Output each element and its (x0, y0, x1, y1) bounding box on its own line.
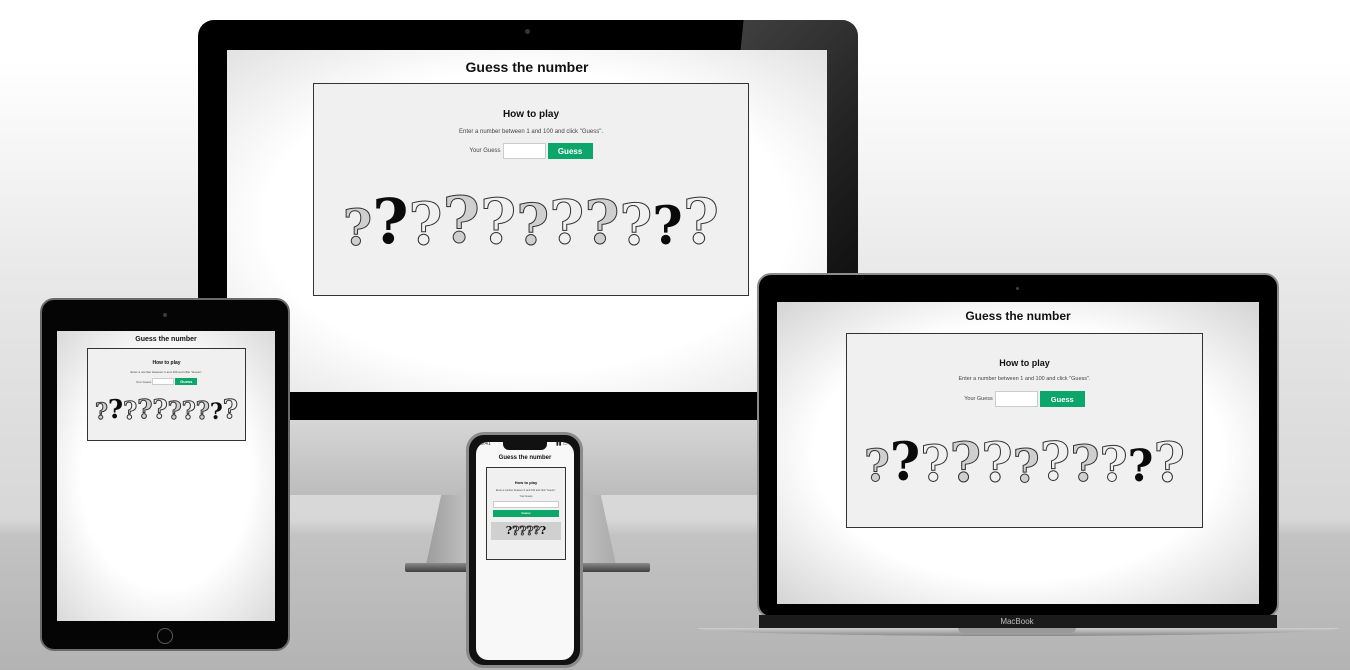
question-mark-icon: ? (619, 192, 653, 258)
phone-status-time: 9:41 (481, 441, 491, 447)
question-mark-icon: ? (342, 198, 373, 257)
guess-label: Your Guess (469, 148, 501, 154)
instructions-text: Enter a number between 1 and 100 and cli… (495, 489, 556, 492)
guess-label: Your Guess (519, 494, 533, 498)
question-mark-icon: ? (652, 196, 683, 257)
question-mark-icon: ? (123, 396, 138, 425)
question-mark-icon: ? (95, 399, 109, 425)
question-mark-icon: ? (480, 185, 517, 258)
page-title: Guess the number (965, 309, 1071, 323)
question-mark-icon: ? (1127, 441, 1154, 492)
question-mark-icon: ? (442, 183, 481, 258)
guess-label: Your Guess (964, 396, 993, 402)
tablet-screen: Guess the number How to play Enter a num… (57, 331, 275, 621)
instructions-text: Enter a number between 1 and 100 and cli… (958, 376, 1091, 382)
game-box: How to play Enter a number between 1 and… (87, 348, 246, 441)
question-mark-icon: ? (167, 396, 182, 425)
guess-button[interactable]: Guess (1039, 391, 1085, 407)
how-to-play-heading: How to play (514, 480, 538, 485)
question-mark-icon: ? (539, 524, 547, 537)
question-mark-icon: ? (209, 399, 223, 425)
question-mark-icon: ? (181, 396, 196, 425)
phone-notch (503, 442, 547, 450)
question-mark-icon: ? (372, 185, 409, 258)
question-mark-icon: ? (408, 190, 443, 258)
page-title: Guess the number (498, 455, 552, 461)
imac-screen: Guess the number How to play Enter a num… (227, 50, 827, 393)
laptop-screen: Guess the number How to play Enter a num… (777, 302, 1259, 604)
guess-input[interactable] (152, 378, 175, 385)
guess-button[interactable]: Guess (175, 378, 198, 385)
page-title: Guess the number (465, 59, 589, 75)
game-box: How to play Enter a number between 1 and… (313, 83, 749, 296)
question-mark-icon: ? (1070, 434, 1100, 493)
question-mark-icon: ? (152, 395, 168, 425)
guess-form: Your Guess Guess (847, 391, 1202, 407)
instructions-text: Enter a number between 1 and 100 and cli… (130, 370, 203, 374)
question-mark-icon: ? (516, 192, 550, 258)
question-mark-icon: ? (137, 395, 153, 425)
guess-label: Your Guess (135, 379, 152, 384)
tablet-camera (163, 313, 167, 317)
question-mark-icon: ? (1153, 430, 1186, 494)
guess-input[interactable] (994, 391, 1038, 407)
question-mark-icon: ? (195, 396, 210, 425)
question-marks-banner: ? ? ? ? ? ? ? ? ? ? (88, 395, 245, 425)
guess-form: Your Guess Guess (88, 378, 245, 385)
question-mark-icon: ? (949, 430, 982, 494)
guess-button[interactable]: Guess (547, 143, 593, 159)
question-mark-icon: ? (1099, 437, 1128, 493)
question-mark-icon: ? (107, 395, 124, 425)
game-box: How to play Enter a number between 1 and… (486, 467, 566, 560)
laptop-brand-label: MacBook (1000, 617, 1034, 626)
battery-icon: ▮▮ ▭ (556, 441, 568, 447)
question-mark-icon: ? (863, 441, 890, 492)
question-mark-icon: ? (682, 185, 720, 258)
question-mark-icon: ? (1039, 432, 1071, 493)
question-mark-icon: ? (222, 395, 238, 425)
guess-input[interactable] (502, 143, 546, 159)
how-to-play-heading: How to play (152, 360, 181, 366)
guess-button[interactable]: Guess (493, 509, 559, 517)
question-mark-icon: ? (889, 432, 921, 493)
question-mark-icon: ? (981, 430, 1014, 494)
question-mark-icon: ? (1012, 439, 1040, 493)
how-to-play-heading: How to play (502, 109, 560, 120)
guess-form: Your Guess Guess (314, 143, 748, 159)
game-box: How to play Enter a number between 1 and… (846, 333, 1203, 528)
page-title: Guess the number (135, 336, 197, 343)
question-marks-banner: ? ? ? ? ? ? (491, 521, 561, 540)
question-mark-icon: ? (920, 434, 950, 493)
tablet-home-button (157, 628, 173, 644)
imac-camera (525, 29, 530, 34)
instructions-text: Enter a number between 1 and 100 and cli… (458, 129, 603, 135)
how-to-play-heading: How to play (999, 358, 1050, 368)
laptop-camera (1016, 287, 1019, 290)
guess-input[interactable] (493, 500, 559, 508)
question-marks-banner: ? ? ? ? ? ? ? ? ? ? ? (847, 430, 1202, 494)
phone-screen: Guess the number How to play Enter a num… (476, 442, 574, 660)
question-mark-icon: ? (584, 188, 620, 258)
laptop-opening-notch (958, 628, 1076, 633)
question-marks-banner: ? ? ? ? ? ? ? ? ? ? ? (314, 183, 748, 258)
question-mark-icon: ? (549, 188, 585, 258)
